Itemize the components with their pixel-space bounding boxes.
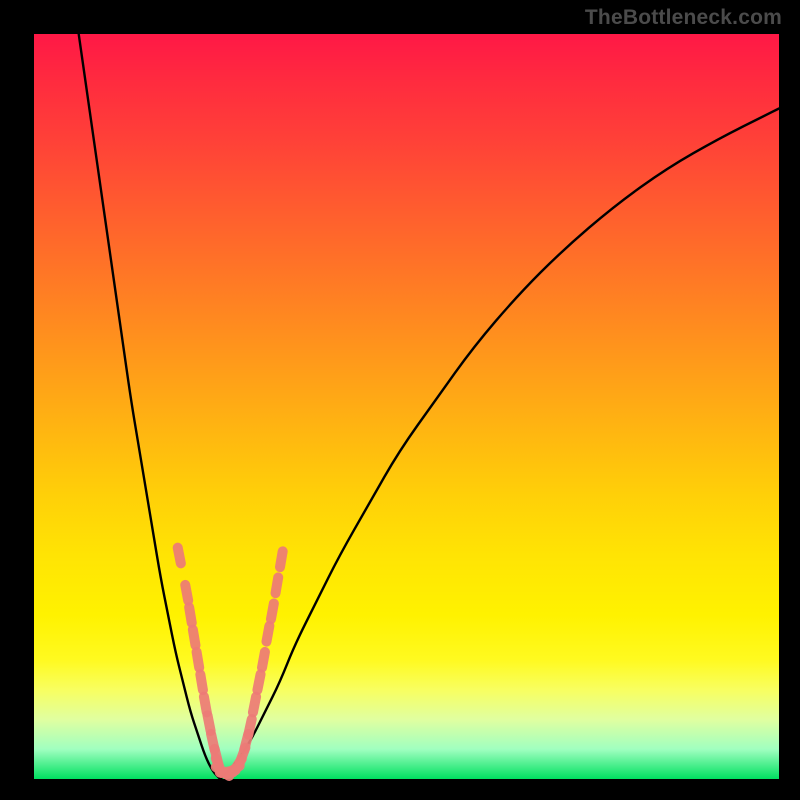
marker-dash [197,652,200,668]
marker-dash [189,607,192,623]
curve-right-branch [220,109,779,780]
marker-dash [178,548,181,564]
marker-dash [185,585,188,601]
marker-dash [276,577,279,593]
curve-layer [0,0,800,800]
marker-dash [262,652,265,668]
marker-dash [248,719,251,735]
marker-dash [193,630,196,646]
marker-dash [204,697,207,713]
marker-dash [200,674,203,690]
marker-group [178,548,283,776]
marker-dash [253,697,256,713]
marker-dash [257,674,260,690]
curve-group [79,34,779,779]
marker-dash [208,715,211,731]
marker-dash [266,626,269,642]
chart-frame: TheBottleneck.com [0,0,800,800]
marker-dash [271,604,274,620]
marker-dash [280,551,283,567]
